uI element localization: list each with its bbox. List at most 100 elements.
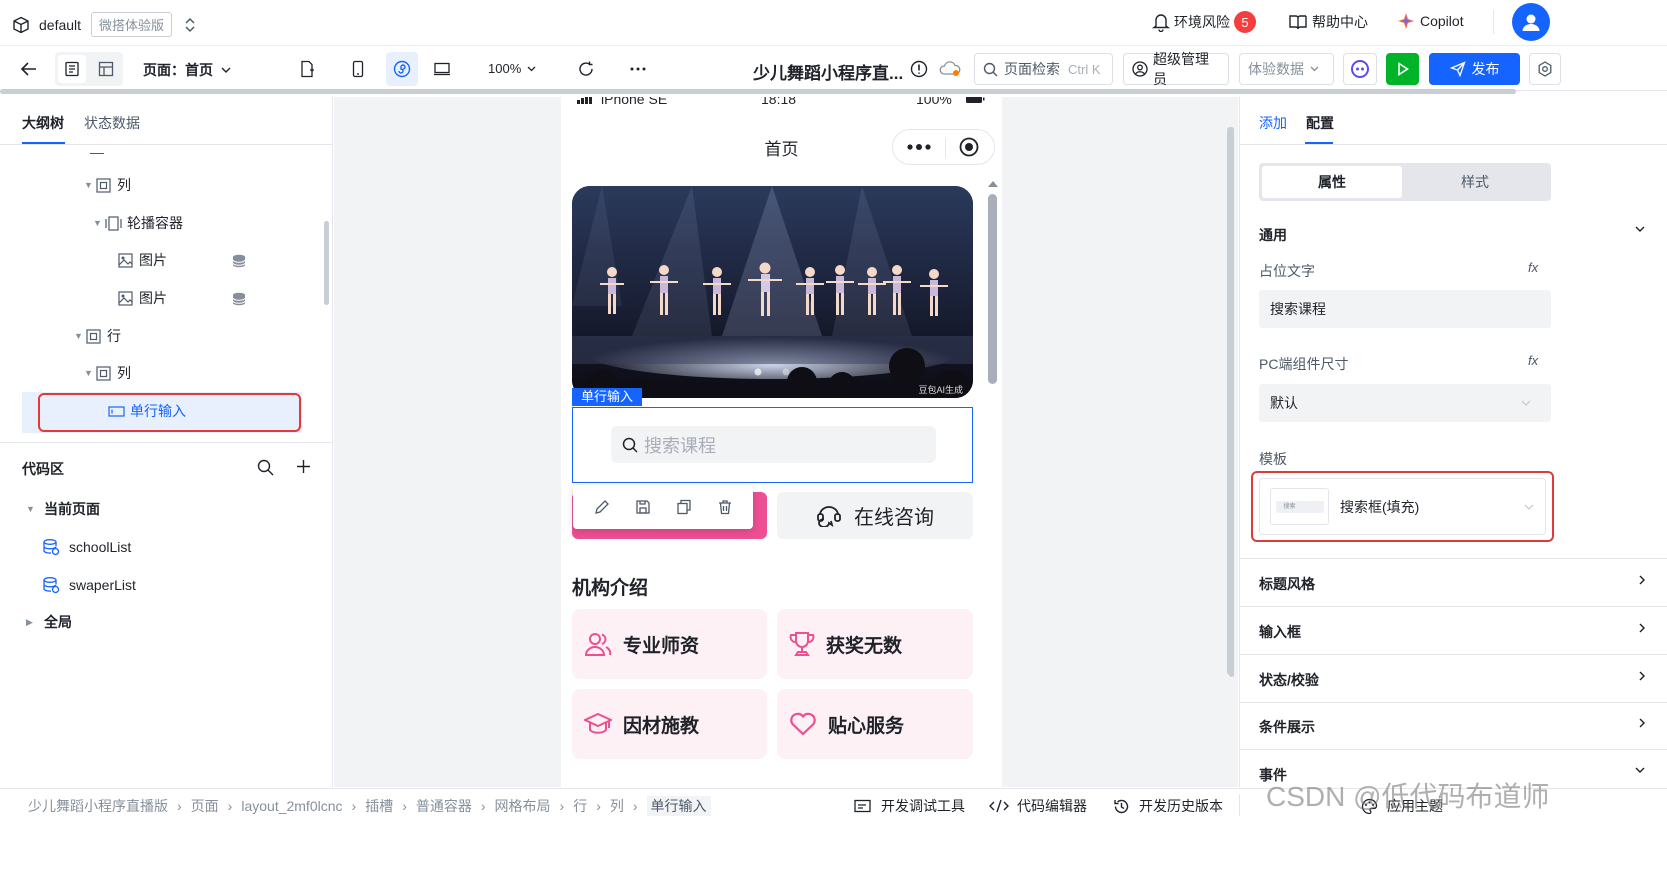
template-select[interactable]: 搜索 搜索框(填充) <box>1259 478 1546 535</box>
breadcrumb-item[interactable]: 普通容器 <box>416 796 472 816</box>
close-target-icon[interactable] <box>959 137 979 157</box>
desktop-device-icon[interactable] <box>428 55 456 83</box>
settings-button[interactable] <box>1529 53 1561 85</box>
subtab-properties[interactable]: 属性 <box>1262 166 1402 198</box>
section-title-style[interactable]: 标题风格 <box>1259 574 1315 594</box>
page-search-button[interactable]: 页面检索 Ctrl K <box>974 53 1113 85</box>
placeholder-field[interactable]: 搜索课程 <box>1259 290 1551 328</box>
help-center[interactable]: 帮助中心 <box>1288 12 1368 32</box>
search-input[interactable]: 搜索课程 <box>611 426 936 463</box>
chevron-down-icon[interactable] <box>1635 226 1645 232</box>
breadcrumb-item[interactable]: 列 <box>610 796 624 816</box>
breadcrumb-item[interactable]: layout_2mf0lcnc <box>241 798 342 814</box>
miniprogram-device-icon[interactable] <box>386 52 418 86</box>
feature-card[interactable]: 获奖无数 <box>777 609 973 679</box>
fx-icon[interactable]: fx <box>1528 260 1538 275</box>
capsule-menu[interactable] <box>892 129 995 165</box>
code-global[interactable]: ▶ 全局 <box>26 611 72 633</box>
publish-button[interactable]: 发布 <box>1429 53 1520 85</box>
subtab-style[interactable]: 样式 <box>1402 166 1548 198</box>
feature-card[interactable]: 专业师资 <box>572 609 767 679</box>
role-button[interactable]: 超级管理员 <box>1123 51 1229 87</box>
layout-view-icon[interactable] <box>92 55 120 83</box>
save-icon[interactable] <box>635 499 651 515</box>
tree-node-image[interactable]: 图片 <box>118 249 167 271</box>
code-item[interactable]: swaperList <box>42 574 136 596</box>
feature-card[interactable]: 因材施教 <box>572 689 767 759</box>
search-icon[interactable] <box>257 459 274 476</box>
horizontal-scrollbar[interactable] <box>0 89 1516 94</box>
workspace-switcher[interactable]: default 微搭体验版 <box>12 12 196 37</box>
preview-button[interactable] <box>1386 53 1419 85</box>
tree-scrollbar[interactable] <box>324 221 329 305</box>
breadcrumb-item[interactable]: 少儿舞蹈小程序直播版 <box>28 796 168 816</box>
single-input-wrapper[interactable]: 搜索课程 <box>572 407 973 483</box>
env-risk[interactable]: 环境风险 5 <box>1152 11 1256 33</box>
page-selector[interactable]: 页面：首页 <box>143 60 231 80</box>
breadcrumb-item[interactable]: 行 <box>573 796 587 816</box>
assistant-button[interactable] <box>1343 53 1377 85</box>
scroll-up-arrow-icon[interactable] <box>987 180 999 188</box>
copilot-button[interactable]: Copilot <box>1397 12 1464 30</box>
data-source-select[interactable]: 体验数据 <box>1239 53 1334 85</box>
add-icon[interactable] <box>296 459 311 474</box>
breadcrumb-item[interactable]: 网格布局 <box>495 796 551 816</box>
tab-state-data[interactable]: 状态数据 <box>84 113 140 133</box>
caret-down-icon: ▼ <box>26 504 35 514</box>
copy-icon[interactable] <box>676 499 692 515</box>
fx-icon[interactable]: fx <box>1528 353 1538 368</box>
breadcrumb-item[interactable]: 插槽 <box>365 796 393 816</box>
chevron-right-icon[interactable] <box>1639 718 1645 728</box>
refresh-icon[interactable] <box>572 55 600 83</box>
publish-label: 发布 <box>1471 61 1500 77</box>
section-validation[interactable]: 状态/校验 <box>1259 670 1319 690</box>
pc-size-select[interactable]: 默认 <box>1259 384 1551 422</box>
online-consult-button[interactable]: 在线咨询 <box>777 492 973 539</box>
template-value: 搜索框(填充) <box>1340 498 1420 515</box>
section-input-box[interactable]: 输入框 <box>1259 622 1301 642</box>
dataset-icon <box>42 538 60 556</box>
tree-node-row[interactable]: ▼ 行 <box>74 325 121 347</box>
tree-node-column[interactable]: ▼ 列 <box>84 174 131 196</box>
tab-outline[interactable]: 大纲树 <box>22 113 64 133</box>
tree-node-column[interactable]: ▼ 列 <box>84 362 131 384</box>
banner-image[interactable]: 豆包AI生成 <box>572 186 973 398</box>
code-current-page[interactable]: ▼ 当前页面 <box>26 498 100 520</box>
chevron-right-icon[interactable] <box>1639 623 1645 633</box>
code-item[interactable]: schoolList <box>42 536 131 558</box>
cloud-sync-icon[interactable] <box>936 55 964 83</box>
edit-icon[interactable] <box>594 499 610 515</box>
phone-scrollbar[interactable] <box>988 194 997 384</box>
design-canvas[interactable]: iPhone SE 18:18 100% 首页 豆包AI生成 单行输入 搜索课程… <box>334 97 1238 787</box>
feature-card[interactable]: 贴心服务 <box>777 689 973 759</box>
tab-config[interactable]: 配置 <box>1306 113 1334 133</box>
chevron-right-icon[interactable] <box>1639 575 1645 585</box>
history-button[interactable]: 开发历史版本 <box>1113 796 1223 816</box>
tree-node-image[interactable]: 图片 <box>118 287 167 309</box>
mobile-device-icon[interactable] <box>344 55 372 83</box>
tree-node-single-input[interactable]: 单行输入 <box>108 400 186 422</box>
divider <box>1240 702 1667 703</box>
tab-add[interactable]: 添加 <box>1259 113 1287 133</box>
switch-icon[interactable] <box>184 17 196 33</box>
back-arrow-icon[interactable] <box>15 55 43 83</box>
more-dots-icon[interactable] <box>907 144 931 150</box>
dev-tools-button[interactable]: 开发调试工具 <box>854 796 965 816</box>
section-conditional[interactable]: 条件展示 <box>1259 717 1315 737</box>
zoom-selector[interactable]: 100% <box>488 61 536 76</box>
tree-node-swiper[interactable]: ▼ 轮播容器 <box>93 212 183 234</box>
delete-icon[interactable] <box>717 499 733 515</box>
breadcrumb-separator: › <box>480 798 486 814</box>
breadcrumb-current[interactable]: 单行输入 <box>646 796 711 816</box>
chevron-right-icon[interactable] <box>1639 671 1645 681</box>
console-icon <box>854 799 871 813</box>
info-icon[interactable] <box>905 55 933 83</box>
page-view-icon[interactable] <box>58 55 86 83</box>
code-editor-button[interactable]: 代码编辑器 <box>989 796 1087 816</box>
new-page-icon[interactable] <box>293 55 321 83</box>
config-scrollbar[interactable] <box>1229 127 1234 677</box>
more-icon[interactable] <box>624 55 652 83</box>
chevron-down-icon[interactable] <box>1635 767 1645 773</box>
breadcrumb-item[interactable]: 页面 <box>191 796 219 816</box>
avatar[interactable] <box>1512 3 1550 41</box>
